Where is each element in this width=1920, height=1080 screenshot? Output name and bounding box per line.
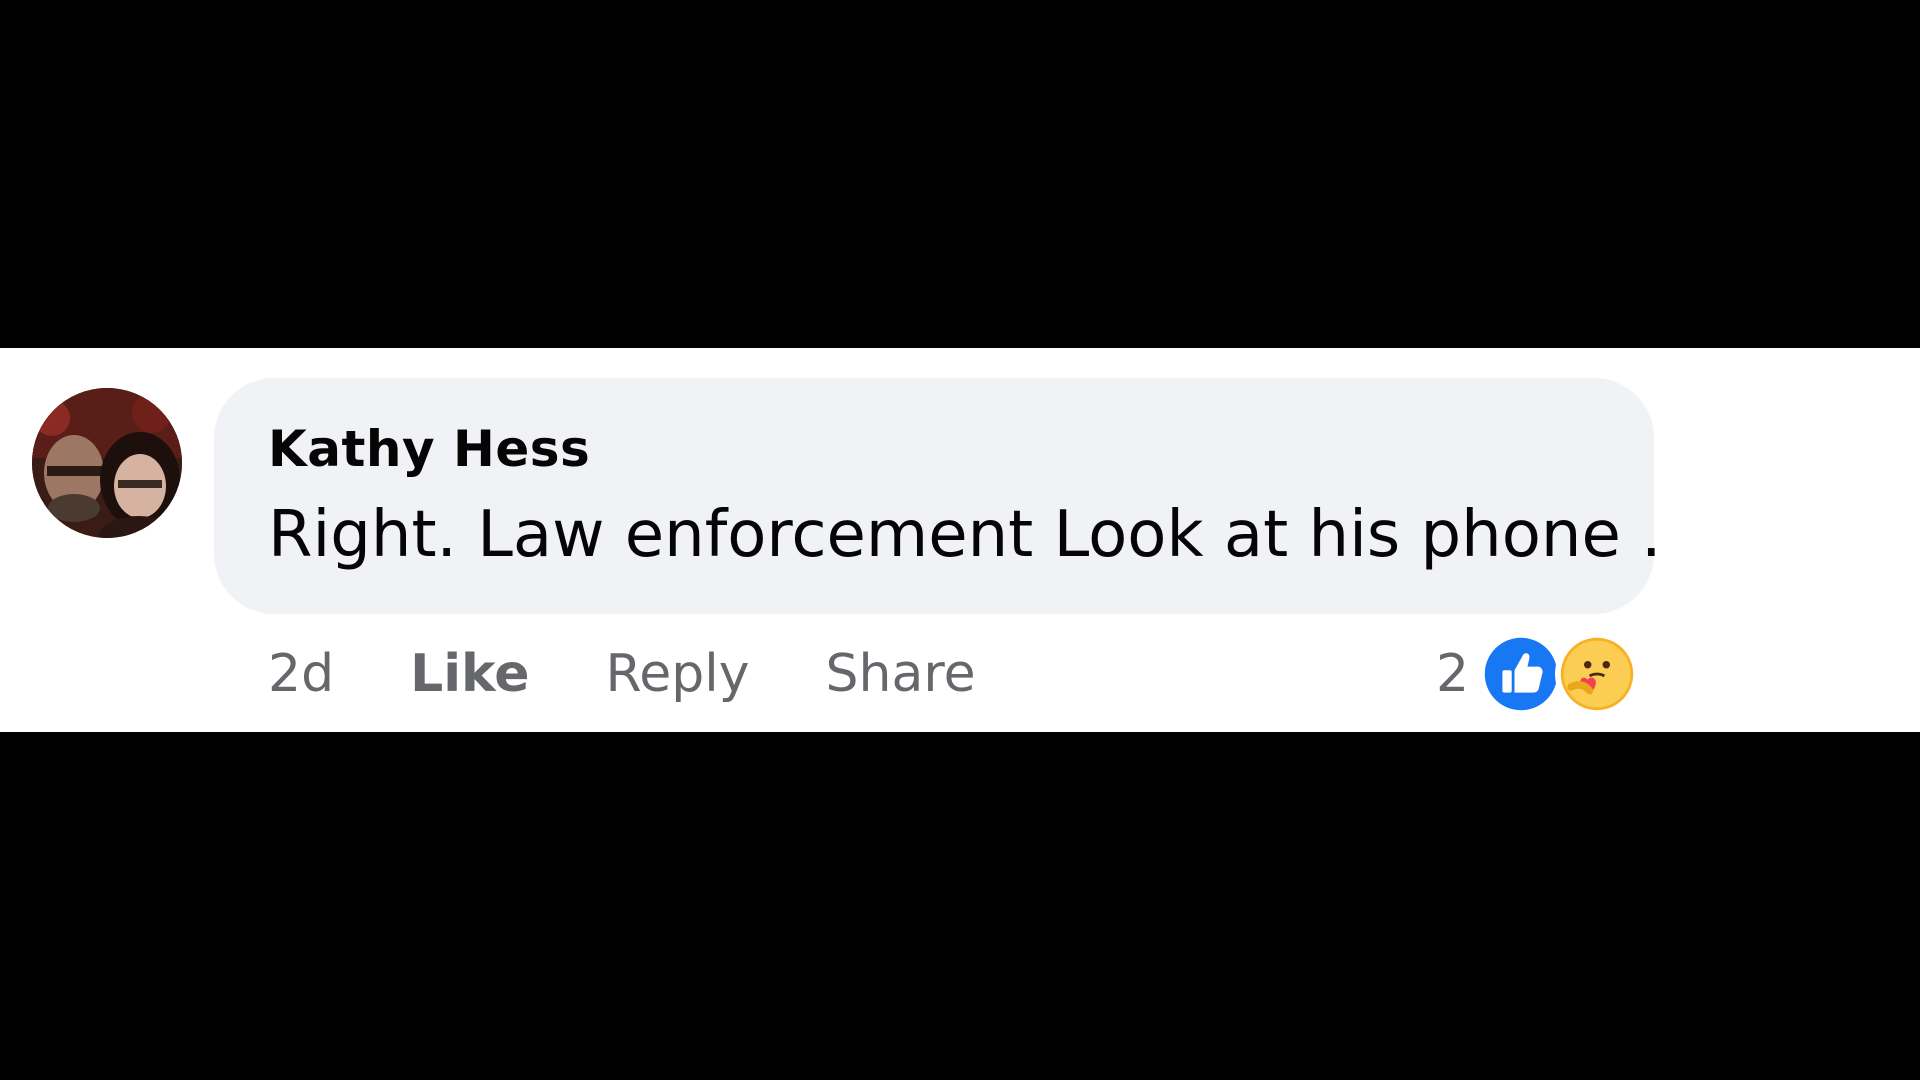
comment-actions: 2d Like Reply Share [268, 642, 1052, 706]
reaction-summary[interactable]: 2 [1436, 630, 1640, 718]
comment-bubble: Kathy Hess Right. Law enforcement Look a… [214, 378, 1662, 614]
share-button[interactable]: Share [826, 644, 976, 704]
avatar-photo-icon [32, 388, 182, 538]
like-button[interactable]: Like [410, 644, 529, 704]
comment-container: Kathy Hess Right. Law enforcement Look a… [0, 348, 1920, 732]
care-icon [1555, 632, 1640, 716]
avatar[interactable] [32, 388, 182, 538]
comment-timestamp[interactable]: 2d [268, 644, 334, 704]
reaction-count: 2 [1436, 644, 1470, 704]
comment-author[interactable]: Kathy Hess [268, 420, 590, 478]
like-icon [1479, 632, 1564, 716]
reply-button[interactable]: Reply [606, 644, 750, 704]
comment-text: Right. Law enforcement Look at his phone… [268, 498, 1662, 572]
